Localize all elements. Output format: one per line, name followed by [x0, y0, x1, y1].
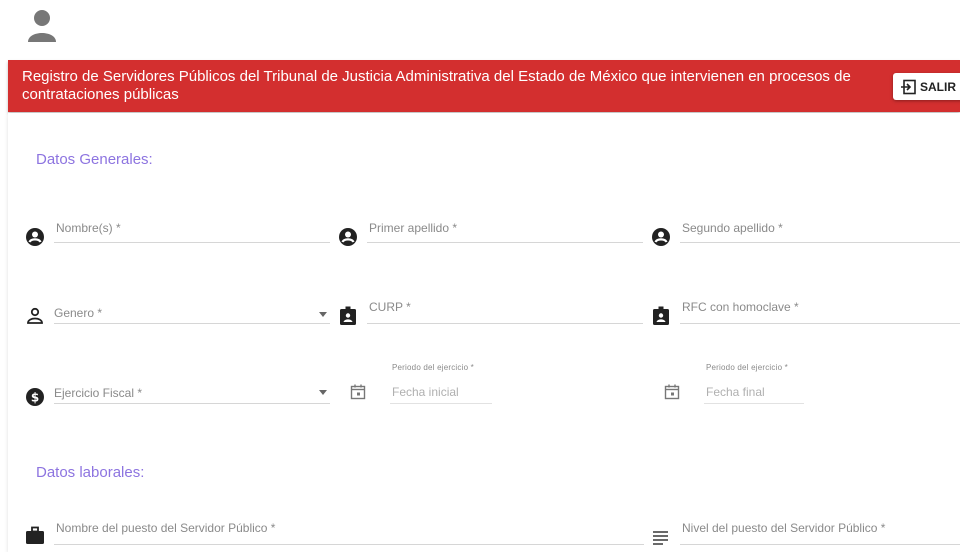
section-title-general: Datos Generales:: [36, 151, 153, 168]
fecha-inicial-underline: [390, 403, 492, 404]
genero-label: Genero *: [54, 306, 103, 320]
nombre-field[interactable]: [54, 242, 330, 243]
calendar-icon[interactable]: [349, 383, 367, 401]
primer-apellido-field[interactable]: [367, 242, 643, 243]
periodo-label-inicio: Periodo del ejercicio *: [392, 363, 474, 372]
rfc-field[interactable]: [680, 323, 960, 324]
account-circle-icon: [339, 228, 357, 246]
calendar-icon[interactable]: [663, 383, 681, 401]
nombre-label: Nombre(s) *: [56, 221, 121, 235]
ejercicio-fiscal-select[interactable]: [54, 403, 330, 404]
briefcase-icon: [26, 526, 44, 544]
fecha-final-underline: [704, 403, 804, 404]
user-avatar-icon[interactable]: [26, 8, 58, 42]
segundo-apellido-label: Segundo apellido *: [682, 221, 783, 235]
svg-text:$: $: [31, 391, 39, 405]
curp-field[interactable]: [367, 323, 643, 324]
nivel-puesto-field[interactable]: [680, 544, 960, 545]
segundo-apellido-field[interactable]: [680, 242, 960, 243]
curp-label: CURP *: [369, 300, 411, 314]
badge-icon: [653, 306, 669, 325]
exit-icon: [901, 79, 916, 94]
fecha-final-input[interactable]: Fecha final: [706, 385, 765, 399]
account-circle-icon: [26, 228, 44, 246]
primer-apellido-label: Primer apellido *: [369, 221, 458, 235]
fecha-inicial-input[interactable]: Fecha inicial: [392, 385, 459, 399]
page-title: Registro de Servidores Públicos del Trib…: [22, 68, 851, 103]
chevron-down-icon: [319, 390, 327, 395]
form-card: [8, 113, 960, 552]
periodo-label-fin: Periodo del ejercicio *: [706, 363, 788, 372]
top-bar: [0, 0, 960, 56]
badge-icon: [340, 306, 356, 325]
genero-select[interactable]: [54, 323, 330, 324]
chevron-down-icon: [319, 312, 327, 317]
subject-lines-icon: [653, 531, 668, 545]
nivel-puesto-label: Nivel del puesto del Servidor Público *: [682, 521, 886, 535]
ejercicio-fiscal-label: Ejercicio Fiscal *: [54, 386, 143, 400]
person-outline-icon: [27, 307, 43, 324]
monetization-icon: $: [26, 388, 44, 406]
puesto-label: Nombre del puesto del Servidor Público *: [56, 521, 276, 535]
puesto-field[interactable]: [54, 544, 644, 545]
rfc-label: RFC con homoclave *: [682, 300, 799, 314]
account-circle-icon: [652, 228, 670, 246]
logout-button[interactable]: SALIR: [893, 73, 960, 100]
logout-label: SALIR: [920, 79, 956, 94]
section-title-laboral: Datos laborales:: [36, 464, 145, 481]
